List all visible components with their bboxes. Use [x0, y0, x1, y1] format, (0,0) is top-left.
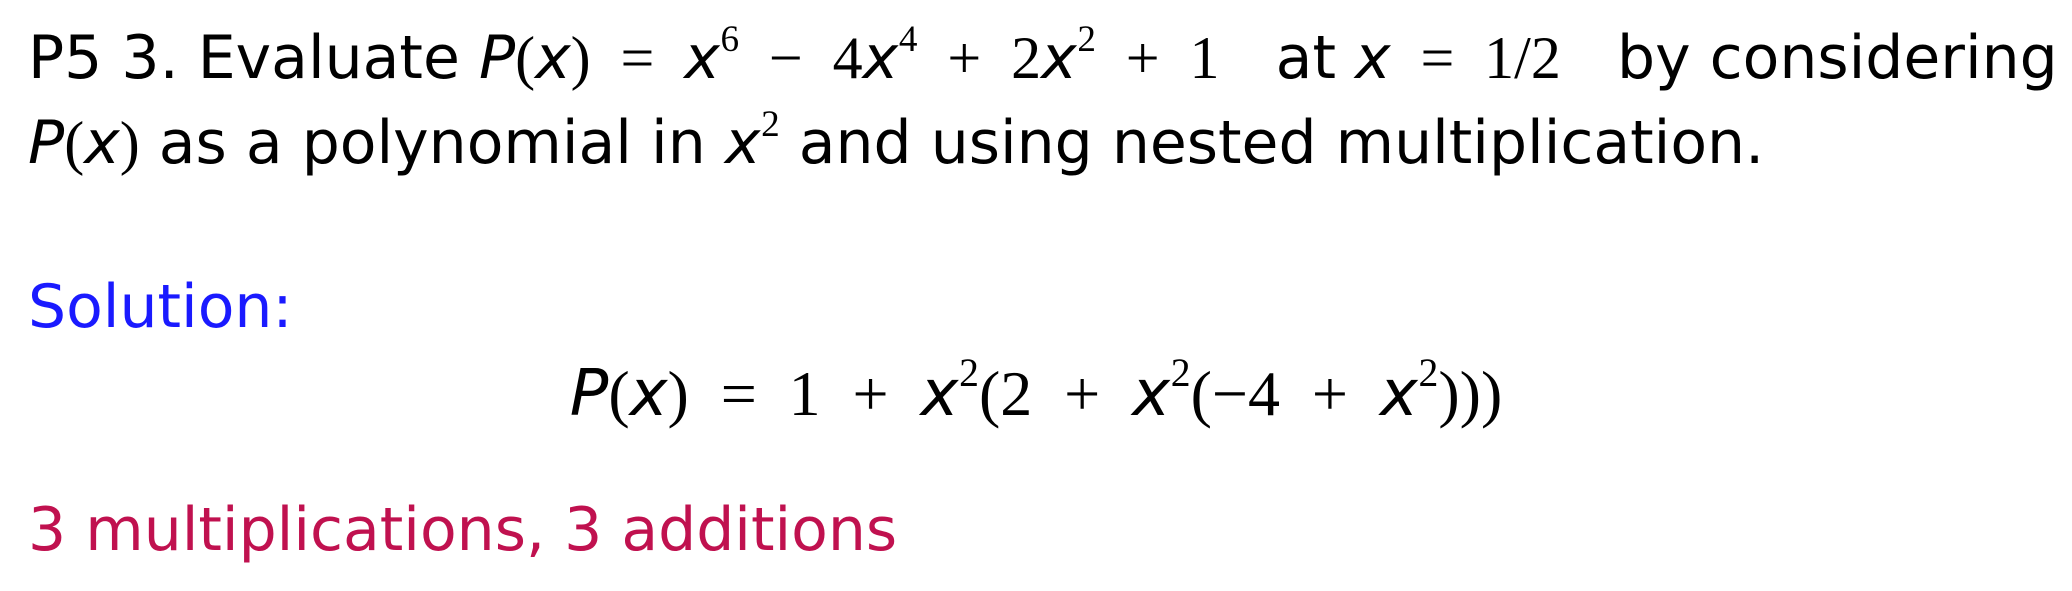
operation-count-result: 3 multiplications, 3 additions	[28, 495, 898, 565]
by-considering-text: by considering	[1616, 23, 2058, 93]
at-word: at	[1275, 23, 1336, 93]
poly-name: P	[478, 23, 516, 93]
evaluate-word: Evaluate	[197, 23, 460, 93]
problem-label: P5 3.	[28, 23, 179, 93]
nested-multiplication-text: and using nested multiplication.	[798, 108, 1765, 178]
problem-statement-line-1: P5 3. Evaluate P(x) = x6 − 4x4 + 2x2 + 1…	[28, 19, 2058, 93]
problem-statement-line-2: P(x) as a polynomial in x2 and using nes…	[28, 104, 1765, 178]
solution-label: Solution:	[28, 272, 293, 342]
evaluation-value: 1/2	[1484, 25, 1561, 91]
as-polynomial-text: as a polynomial in	[158, 108, 706, 178]
nested-formula: P(x) = 1 + x2(2 + x2(−4 + x2)))	[569, 351, 1503, 431]
